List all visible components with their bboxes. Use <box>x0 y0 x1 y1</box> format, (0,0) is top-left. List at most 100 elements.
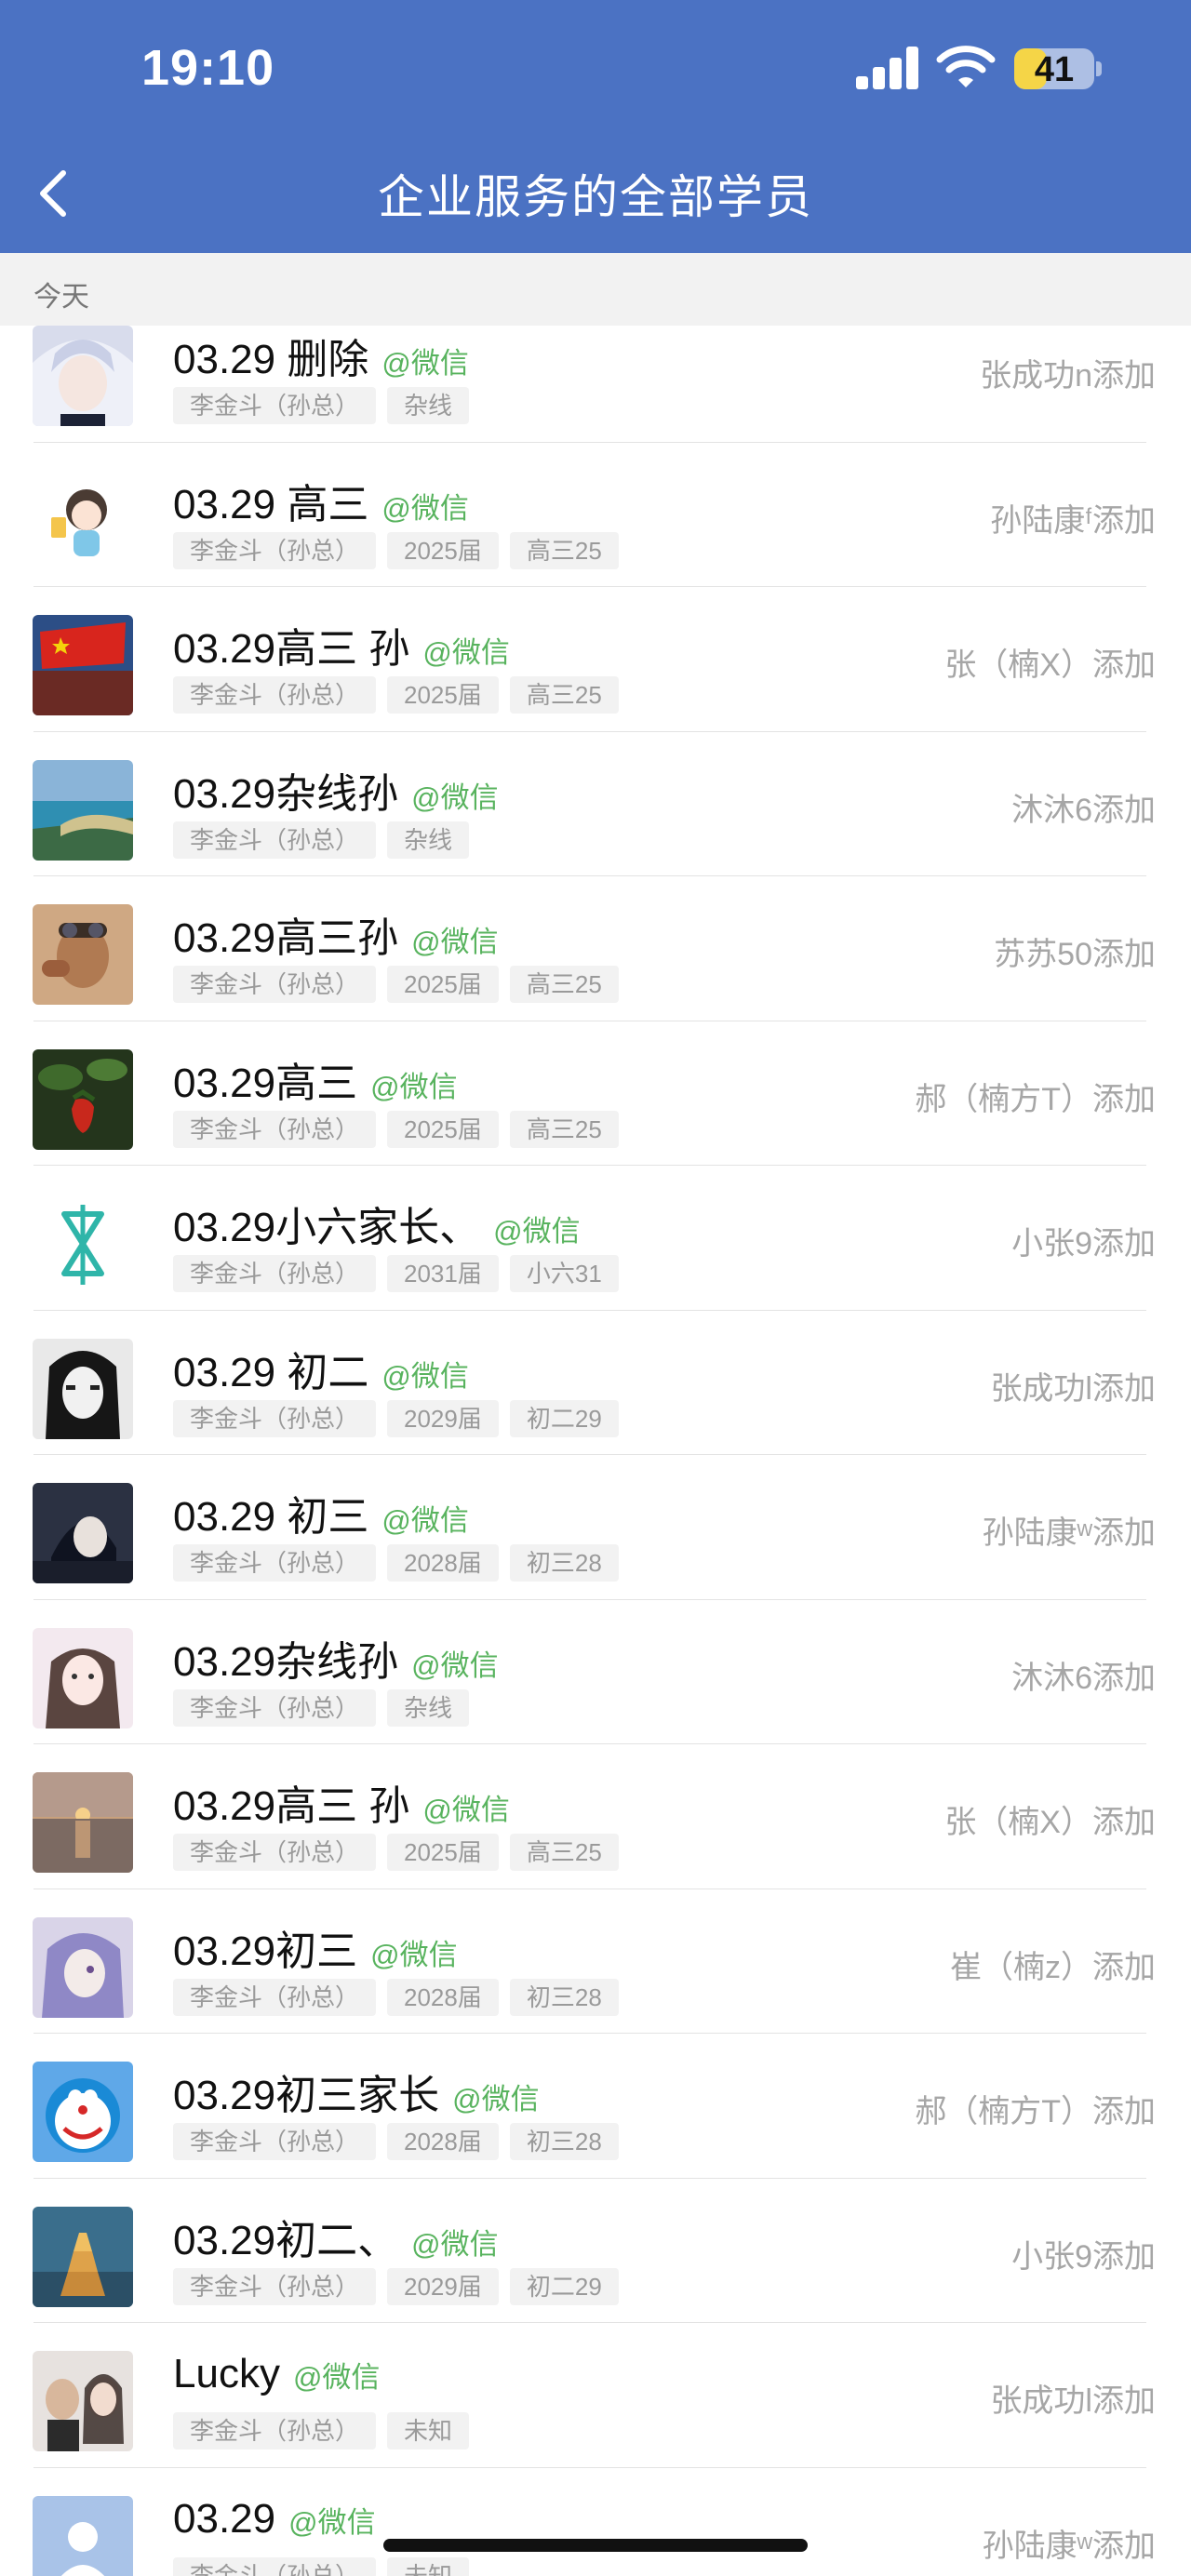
status-time: 19:10 <box>141 40 275 96</box>
contact-row[interactable]: 03.29 @微信 李金斗（孙总） 未知 孙陆康ʷ添加 <box>0 2468 1191 2576</box>
contact-name: 03.29高三 <box>173 1060 358 1106</box>
wechat-source-label: @微信 <box>370 1070 458 1103</box>
avatar[interactable] <box>33 759 133 861</box>
contact-name: Lucky <box>173 2351 280 2396</box>
tag-list: 李金斗（孙总） 2028届 初三28 <box>173 1544 619 1582</box>
tag-chip: 2029届 <box>387 2267 499 2305</box>
avatar[interactable] <box>33 1916 133 2018</box>
added-by-label: 沐沐6添加 <box>1011 1660 1156 1696</box>
tag-list: 李金斗（孙总） 未知 <box>173 2556 470 2576</box>
contact-row[interactable]: 03.29高三 孙 @微信 李金斗（孙总） 2025届 高三25 张（楠X）添加 <box>0 587 1191 732</box>
tag-chip: 李金斗（孙总） <box>173 2556 377 2576</box>
tag-list: 李金斗（孙总） 2028届 初三28 <box>173 2123 619 2160</box>
tag-chip: 2025届 <box>387 966 499 1003</box>
avatar[interactable] <box>33 2351 133 2451</box>
contact-name: 03.29小六家长、 <box>173 1205 481 1250</box>
contact-row[interactable]: 03.29 高三 @微信 李金斗（孙总） 2025届 高三25 孙陆康ᶠ添加 <box>0 443 1191 587</box>
tag-chip: 李金斗（孙总） <box>173 2412 377 2449</box>
avatar-image <box>33 2206 133 2307</box>
tag-chip: 李金斗（孙总） <box>173 1255 377 1292</box>
tag-list: 李金斗（孙总） 杂线 <box>173 821 470 859</box>
avatar[interactable] <box>33 1483 133 1583</box>
avatar-image <box>33 1916 133 2018</box>
contact-row[interactable]: 03.29高三孙 @微信 李金斗（孙总） 2025届 高三25 苏苏50添加 <box>0 876 1191 1021</box>
avatar[interactable] <box>33 2206 133 2307</box>
contact-row[interactable]: 03.29高三 @微信 李金斗（孙总） 2025届 高三25 郝（楠方T）添加 <box>0 1021 1191 1166</box>
wechat-source-label: @微信 <box>411 1648 499 1682</box>
added-by-label: 张（楠X）添加 <box>944 647 1156 683</box>
contact-name: 03.29 初二 <box>173 1349 369 1395</box>
contact-name-line: 03.29小六家长、 @微信 <box>173 1194 581 1253</box>
contact-name-line: 03.29 删除 @微信 <box>173 326 469 385</box>
contact-name-line: 03.29杂线孙 @微信 <box>173 1628 499 1688</box>
contact-name: 03.29 <box>173 2495 276 2542</box>
tag-chip: 李金斗（孙总） <box>173 1110 377 1148</box>
avatar-image <box>33 470 133 571</box>
avatar[interactable] <box>33 1048 133 1150</box>
battery-tip <box>1096 61 1102 76</box>
avatar[interactable] <box>33 470 133 571</box>
tag-chip: 李金斗（孙总） <box>173 676 377 714</box>
contact-row[interactable]: 03.29杂线孙 @微信 李金斗（孙总） 杂线 沐沐6添加 <box>0 1600 1191 1744</box>
contact-name-line: 03.29 高三 @微信 <box>173 471 469 530</box>
contact-name-line: 03.29高三 孙 @微信 <box>173 1772 510 1832</box>
tag-list: 李金斗（孙总） 2028届 初三28 <box>173 1978 619 2016</box>
contact-row[interactable]: 03.29杂线孙 @微信 李金斗（孙总） 杂线 沐沐6添加 <box>0 732 1191 876</box>
contact-row[interactable]: 03.29高三 孙 @微信 李金斗（孙总） 2025届 高三25 张（楠X）添加 <box>0 1744 1191 1889</box>
tag-chip: 初二29 <box>509 2267 619 2305</box>
tag-chip: 李金斗（孙总） <box>173 531 377 569</box>
added-by-label: 小张9添加 <box>1011 2238 1156 2275</box>
tag-chip: 2031届 <box>387 1255 499 1292</box>
tag-list: 李金斗（孙总） 未知 <box>173 2412 470 2449</box>
contact-list[interactable]: 03.29 删除 @微信 李金斗（孙总） 杂线 张成功n添加 03.29 高三 @微信 李金斗… <box>0 326 1191 2576</box>
avatar[interactable] <box>33 2062 133 2162</box>
avatar-image <box>33 1048 133 1150</box>
tag-chip: 高三25 <box>509 1110 619 1148</box>
added-by-label: 苏苏50添加 <box>994 937 1156 972</box>
avatar[interactable] <box>33 615 133 715</box>
tag-chip: 李金斗（孙总） <box>173 1978 377 2016</box>
contact-name: 03.29初二、 <box>173 2217 399 2263</box>
tag-chip: 杂线 <box>387 821 470 859</box>
contact-name-line: 03.29高三 孙 @微信 <box>173 615 510 674</box>
contact-row[interactable]: Lucky @微信 李金斗（孙总） 未知 张成功l添加 <box>0 2323 1191 2468</box>
wechat-source-label: @微信 <box>452 2083 540 2116</box>
avatar[interactable] <box>33 904 133 1005</box>
tag-list: 李金斗（孙总） 2029届 初二29 <box>173 1399 619 1437</box>
contact-row[interactable]: 03.29初二、 @微信 李金斗（孙总） 2029届 初二29 小张9添加 <box>0 2179 1191 2323</box>
contact-name-line: 03.29 初三 @微信 <box>173 1483 469 1542</box>
avatar[interactable] <box>33 1627 133 1728</box>
tag-list: 李金斗（孙总） 2025届 高三25 <box>173 676 619 714</box>
contact-name: 03.29 高三 <box>173 481 369 527</box>
tag-list: 李金斗（孙总） 杂线 <box>173 387 470 424</box>
app-header: 19:10 41 企业服务的全部学员 <box>0 0 1191 253</box>
avatar-image <box>33 1627 133 1728</box>
contact-name: 03.29高三孙 <box>173 915 399 961</box>
contact-name-line: 03.29 @微信 <box>173 2496 376 2543</box>
contact-row[interactable]: 03.29 删除 @微信 李金斗（孙总） 杂线 张成功n添加 <box>0 326 1191 443</box>
wechat-source-label: @微信 <box>381 1359 469 1393</box>
contact-name: 03.29 删除 <box>173 337 369 382</box>
avatar[interactable] <box>33 1772 133 1873</box>
tag-chip: 2025届 <box>387 676 499 714</box>
tag-chip: 李金斗（孙总） <box>173 2267 377 2305</box>
added-by-label: 张（楠X）添加 <box>944 1805 1156 1840</box>
avatar-image <box>33 759 133 861</box>
tag-list: 李金斗（孙总） 2029届 初二29 <box>173 2267 619 2305</box>
avatar[interactable] <box>33 1194 133 1294</box>
contact-name-line: 03.29初三 @微信 <box>173 1917 458 1977</box>
wechat-source-label: @微信 <box>493 1215 581 1248</box>
avatar[interactable] <box>33 326 133 426</box>
contact-row[interactable]: 03.29小六家长、 @微信 李金斗（孙总） 2031届 小六31 小张9添加 <box>0 1166 1191 1311</box>
contact-row[interactable]: 03.29 初二 @微信 李金斗（孙总） 2029届 初二29 张成功l添加 <box>0 1311 1191 1455</box>
added-by-label: 孙陆康ᶠ添加 <box>990 502 1156 539</box>
contact-row[interactable]: 03.29初三 @微信 李金斗（孙总） 2028届 初三28 崔（楠z）添加 <box>0 1889 1191 2034</box>
added-by-label: 张成功n添加 <box>980 358 1156 394</box>
avatar[interactable] <box>33 2495 133 2576</box>
added-by-label: 崔（楠z）添加 <box>950 1949 1156 1985</box>
avatar[interactable] <box>33 1338 133 1439</box>
contact-row[interactable]: 03.29初三家长 @微信 李金斗（孙总） 2028届 初三28 郝（楠方T）添加 <box>0 2034 1191 2179</box>
wechat-source-label: @微信 <box>411 781 499 814</box>
wechat-source-label: @微信 <box>288 2505 376 2539</box>
contact-row[interactable]: 03.29 初三 @微信 李金斗（孙总） 2028届 初三28 孙陆康ʷ添加 <box>0 1455 1191 1600</box>
